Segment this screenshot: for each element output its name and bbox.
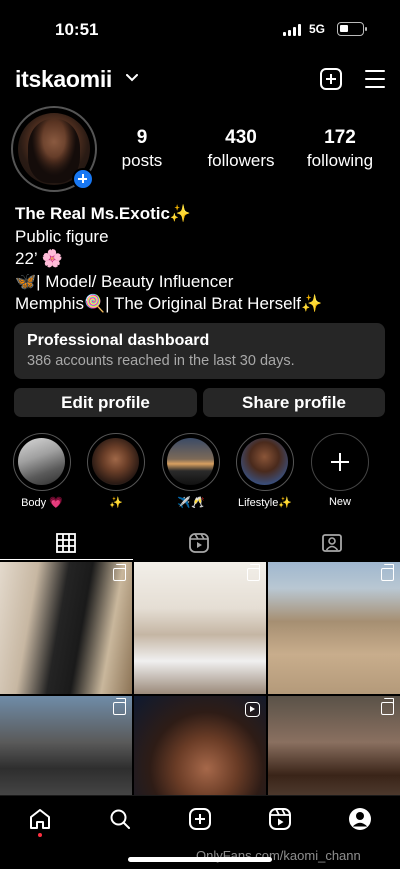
grid-icon[interactable]: [56, 533, 76, 553]
display-name: The Real Ms.Exotic✨: [15, 204, 192, 223]
highlight-caption: ✈️🥂: [177, 497, 205, 509]
stat-posts-count: 9: [136, 127, 148, 148]
profile-header: itskaomii: [0, 62, 400, 98]
status-time: 10:51: [55, 20, 99, 39]
battery-icon: [337, 22, 367, 36]
stat-posts-label: posts: [121, 151, 163, 170]
highlight-sparkles[interactable]: ✨: [86, 433, 146, 509]
stat-followers[interactable]: 430 followers: [200, 127, 282, 171]
highlight-lifestyle[interactable]: Lifestyle✨: [235, 433, 295, 509]
stat-followers-count: 430: [225, 127, 257, 148]
reels-nav-icon[interactable]: [268, 807, 292, 831]
highlight-caption: ✨: [109, 497, 123, 509]
bio-line: Memphis🍭| The Original Brat Herself✨: [15, 294, 323, 313]
reel-icon: [245, 702, 260, 717]
grid-post[interactable]: [134, 562, 266, 694]
chevron-down-icon[interactable]: [126, 74, 138, 82]
carousel-icon: [247, 564, 260, 581]
highlight-travel[interactable]: ✈️🥂: [161, 433, 221, 509]
status-bar: 10:51 5G: [0, 0, 400, 60]
stat-following[interactable]: 172 following: [302, 127, 378, 171]
highlight-cover: [241, 438, 288, 485]
highlight-cover: [18, 438, 65, 485]
profile-bio: The Real Ms.Exotic✨ Public figure 22’ 🌸 …: [15, 203, 322, 316]
carousel-icon: [113, 698, 126, 715]
highlight-caption: New: [328, 496, 351, 508]
dashboard-subtitle: 386 accounts reached in the last 30 days…: [27, 353, 295, 369]
network-label: 5G: [309, 22, 326, 36]
professional-dashboard[interactable]: Professional dashboard 386 accounts reac…: [14, 323, 385, 379]
bio-line: 🦋| Model/ Beauty Influencer: [15, 271, 234, 291]
signal-icon: [283, 24, 301, 36]
stat-following-count: 172: [324, 127, 356, 148]
carousel-icon: [381, 564, 394, 581]
carousel-icon: [381, 698, 394, 715]
menu-icon[interactable]: [365, 70, 385, 88]
bio-line: 22’ 🌸: [15, 249, 63, 268]
home-icon[interactable]: [28, 807, 52, 831]
create-icon[interactable]: [188, 807, 212, 831]
highlight-caption: Lifestyle✨: [237, 497, 293, 509]
plus-icon: [311, 433, 369, 491]
highlight-body[interactable]: Body 💗: [12, 433, 72, 509]
add-story-icon[interactable]: [72, 168, 94, 190]
grid-post[interactable]: [268, 562, 400, 694]
highlight-cover: [92, 438, 139, 485]
username-switcher[interactable]: itskaomii: [15, 66, 112, 93]
stat-following-label: following: [306, 151, 374, 170]
notification-dot: [38, 833, 42, 837]
highlight-new[interactable]: New: [310, 433, 370, 508]
profile-icon[interactable]: [348, 807, 372, 831]
edit-profile-button[interactable]: Edit profile: [14, 388, 197, 417]
create-post-icon[interactable]: [320, 68, 342, 90]
stat-posts[interactable]: 9 posts: [118, 127, 166, 171]
grid-post[interactable]: [0, 562, 132, 694]
tab-active-indicator: [0, 559, 133, 560]
highlight-caption: Body 💗: [21, 497, 63, 509]
search-icon[interactable]: [108, 807, 132, 831]
highlight-cover: [167, 438, 214, 485]
tagged-icon[interactable]: [322, 533, 342, 553]
stat-followers-label: followers: [207, 151, 275, 170]
bio-category: Public figure: [15, 226, 109, 246]
dashboard-title: Professional dashboard: [27, 332, 210, 349]
share-profile-button[interactable]: Share profile: [203, 388, 385, 417]
reels-icon[interactable]: [189, 533, 209, 553]
watermark-text: OnlyFans.com/kaomi_chann: [196, 848, 361, 863]
carousel-icon: [113, 564, 126, 581]
